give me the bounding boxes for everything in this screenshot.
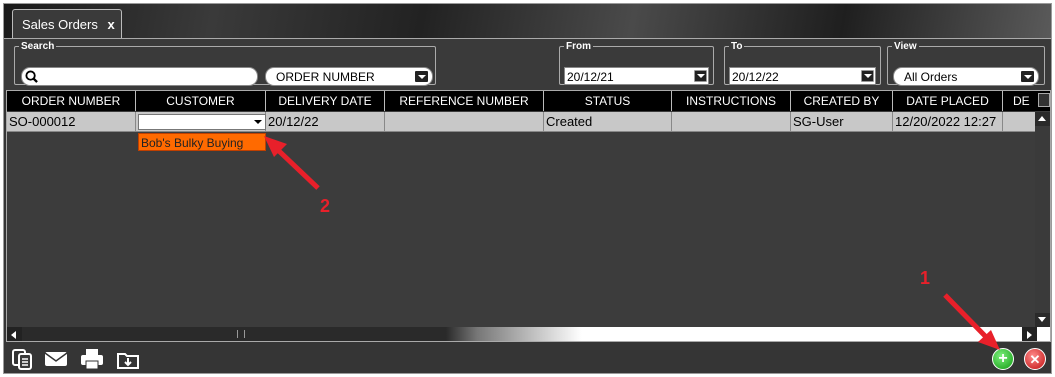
sales-orders-window: Sales Orders x Search ORDER NUMBER From … — [3, 3, 1052, 374]
search-group: Search ORDER NUMBER — [14, 41, 436, 86]
search-icon — [25, 70, 38, 83]
scroll-up-icon[interactable] — [1035, 112, 1050, 126]
calendar-dropdown-icon[interactable] — [861, 70, 874, 82]
search-field-value: ORDER NUMBER — [276, 70, 375, 84]
cell-delivery-date[interactable]: 20/12/22 — [266, 112, 385, 132]
scroll-left-icon[interactable] — [7, 327, 22, 341]
customer-option[interactable]: Bob's Bulky Buying — [138, 133, 266, 151]
bottom-toolbar: + ✕ — [4, 343, 1051, 375]
cell-created-by[interactable]: SG-User — [791, 112, 893, 132]
chevron-down-icon[interactable] — [415, 71, 428, 82]
annotation-label-1: 1 — [920, 268, 931, 288]
scroll-grip[interactable] — [237, 330, 245, 338]
cancel-button[interactable]: ✕ — [1024, 348, 1046, 370]
chevron-down-icon[interactable] — [252, 116, 264, 128]
from-date-picker[interactable]: 20/12/21 — [564, 67, 709, 85]
add-order-button[interactable]: + — [992, 348, 1014, 370]
close-icon: ✕ — [1029, 352, 1041, 367]
orders-grid: ORDER NUMBER CUSTOMER DELIVERY DATE REFE… — [6, 90, 1051, 342]
to-date-picker[interactable]: 20/12/22 — [729, 67, 876, 85]
to-date-value: 20/12/22 — [732, 70, 779, 84]
search-legend: Search — [21, 41, 55, 52]
vertical-scrollbar[interactable] — [1035, 112, 1050, 327]
cell-date-placed[interactable]: 12/20/2022 12:27 — [893, 112, 1003, 132]
search-field-select[interactable]: ORDER NUMBER — [265, 67, 433, 86]
cell-order-number[interactable]: SO-000012 — [7, 112, 136, 132]
email-icon[interactable] — [44, 347, 68, 371]
column-header-created-by[interactable]: CREATED BY — [791, 91, 893, 111]
export-icon[interactable] — [116, 347, 140, 371]
window-header-background — [4, 4, 1051, 38]
scroll-thumb[interactable] — [1035, 126, 1050, 313]
copy-icon[interactable] — [10, 347, 34, 371]
column-header-truncated[interactable]: DE — [1003, 91, 1037, 111]
chevron-down-icon[interactable] — [1021, 71, 1034, 82]
view-value: All Orders — [904, 70, 958, 84]
scroll-right-icon[interactable] — [1022, 327, 1037, 341]
column-header-order-number[interactable]: ORDER NUMBER — [7, 91, 136, 111]
cell-instructions[interactable] — [672, 112, 791, 132]
column-header-reference-number[interactable]: REFERENCE NUMBER — [385, 91, 544, 111]
view-group: View All Orders — [887, 41, 1045, 86]
column-header-instructions[interactable]: INSTRUCTIONS — [672, 91, 791, 111]
print-icon[interactable] — [80, 347, 104, 371]
customer-dropdown[interactable] — [138, 114, 266, 130]
tab-close-icon[interactable]: x — [108, 17, 115, 32]
search-input[interactable] — [42, 69, 252, 84]
plus-icon: + — [998, 350, 1008, 367]
annotation-label-2: 2 — [320, 196, 331, 216]
column-chooser-icon[interactable] — [1038, 93, 1050, 107]
from-date-group: From 20/12/21 — [559, 41, 714, 85]
column-header-delivery-date[interactable]: DELIVERY DATE — [266, 91, 385, 111]
calendar-dropdown-icon[interactable] — [694, 70, 707, 82]
horizontal-scrollbar[interactable] — [7, 327, 1050, 341]
column-header-date-placed[interactable]: DATE PLACED — [893, 91, 1003, 111]
column-header-status[interactable]: STATUS — [544, 91, 672, 111]
from-legend: From — [566, 41, 591, 52]
view-select[interactable]: All Orders — [893, 67, 1039, 86]
filter-bar: Search ORDER NUMBER From 20/12/21 To 20/… — [4, 38, 1051, 90]
search-box[interactable] — [21, 67, 258, 86]
from-date-value: 20/12/21 — [567, 70, 614, 84]
scroll-down-icon[interactable] — [1035, 313, 1050, 327]
grid-header: ORDER NUMBER CUSTOMER DELIVERY DATE REFE… — [7, 91, 1050, 111]
tab-sales-orders[interactable]: Sales Orders x — [12, 9, 122, 39]
view-legend: View — [894, 41, 917, 52]
cell-status[interactable]: Created — [544, 112, 672, 132]
tab-label: Sales Orders — [22, 17, 98, 32]
to-date-group: To 20/12/22 — [724, 41, 881, 85]
to-legend: To — [731, 41, 743, 52]
cell-reference-number[interactable] — [385, 112, 544, 132]
column-header-customer[interactable]: CUSTOMER — [136, 91, 266, 111]
